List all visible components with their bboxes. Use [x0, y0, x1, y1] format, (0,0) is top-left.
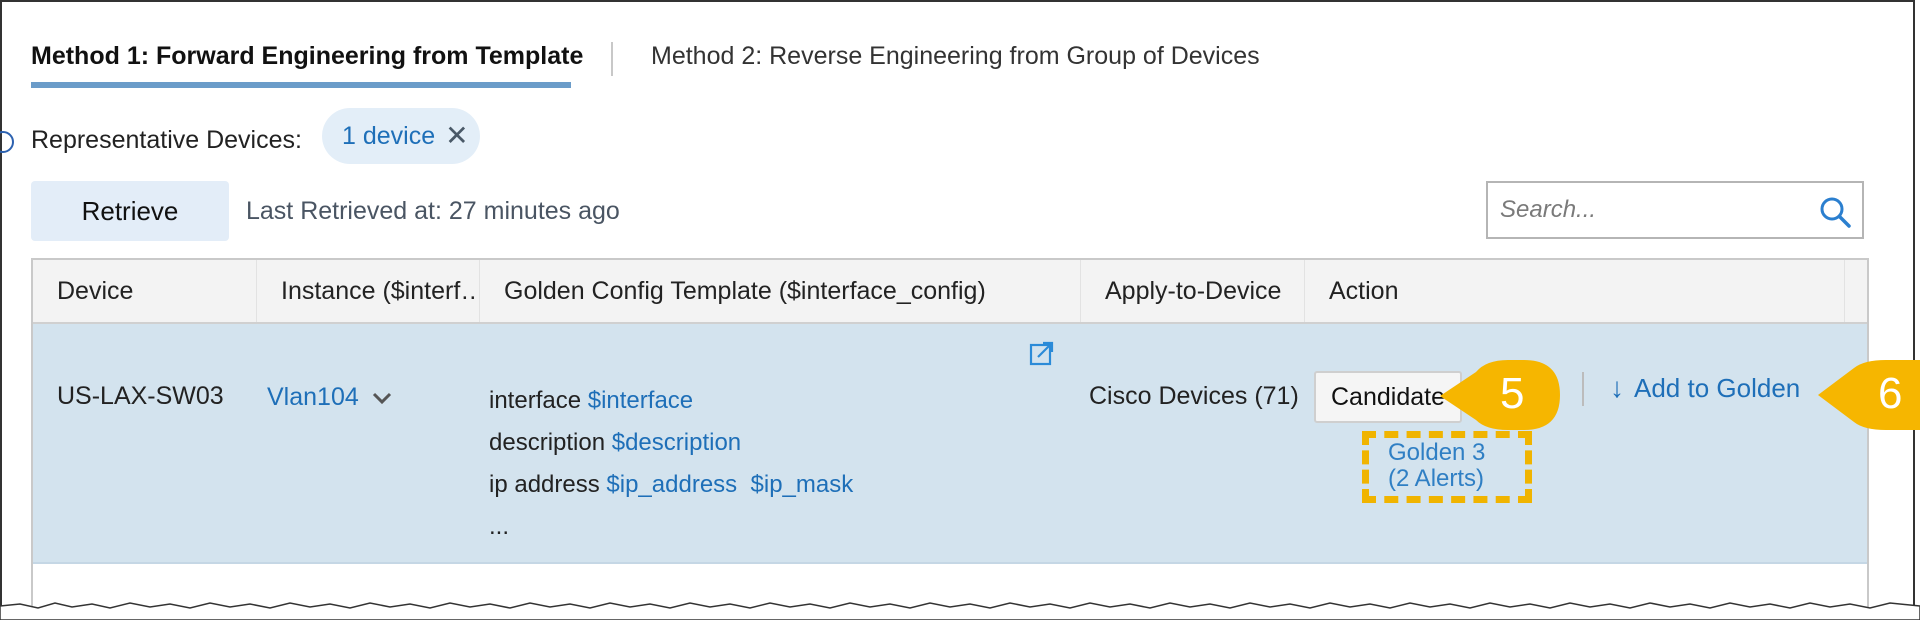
action-separator — [1582, 372, 1584, 406]
callout-5: 5 — [1438, 358, 1562, 432]
tab-separator — [611, 42, 613, 76]
callout-5-number: 5 — [1500, 369, 1525, 418]
instance-value: Vlan104 — [267, 383, 359, 411]
template-line: ... — [489, 513, 510, 540]
last-retrieved-status: Last Retrieved at: 27 minutes ago — [246, 197, 620, 225]
tab-reverse-engineering[interactable]: Method 2: Reverse Engineering from Group… — [651, 38, 1260, 74]
config-table: Device Instance ($interf… Golden Config … — [31, 258, 1869, 620]
column-header-apply-to[interactable]: Apply-to-Device — [1081, 260, 1305, 322]
apply-to-device-cell: Cisco Devices (71) — [1089, 382, 1299, 410]
representative-devices-label: Representative Devices: — [31, 126, 302, 154]
alerts-count-label: (2 Alerts) — [1388, 465, 1485, 492]
template-code: interface $interface description $descri… — [489, 380, 853, 548]
template-line: interface $interface — [489, 387, 694, 414]
search-input[interactable] — [1500, 196, 1800, 224]
callout-6-number: 6 — [1878, 369, 1903, 418]
device-chip[interactable]: 1 device ✕ — [322, 108, 480, 164]
retrieve-button[interactable]: Retrieve — [31, 181, 229, 241]
arrow-down-icon: ↓ — [1610, 372, 1624, 403]
search-icon[interactable] — [1818, 195, 1852, 229]
column-header-action[interactable]: Action — [1305, 260, 1845, 322]
chevron-down-icon — [372, 392, 391, 404]
template-line: description $description — [489, 429, 742, 456]
method-tabs: Method 1: Forward Engineering from Templ… — [31, 38, 1260, 88]
add-to-golden-link[interactable]: ↓ Add to Golden — [1610, 370, 1800, 406]
golden-version-label: Golden 3 — [1388, 439, 1486, 466]
column-header-device[interactable]: Device — [33, 260, 257, 322]
instance-dropdown[interactable]: Vlan104 — [267, 383, 393, 412]
close-icon[interactable]: ✕ — [445, 122, 468, 150]
table-header: Device Instance ($interf… Golden Config … — [33, 260, 1867, 324]
table-row[interactable] — [33, 324, 1867, 564]
callout-6-shape — [1818, 360, 1920, 430]
column-header-template[interactable]: Golden Config Template ($interface_confi… — [480, 260, 1081, 322]
tab-forward-engineering[interactable]: Method 1: Forward Engineering from Templ… — [31, 38, 583, 88]
add-to-golden-label: Add to Golden — [1634, 373, 1801, 403]
open-external-icon[interactable] — [1029, 340, 1055, 366]
device-chip-label: 1 device — [342, 121, 436, 150]
callout-6: 6 — [1816, 358, 1920, 432]
device-cell: US-LAX-SW03 — [57, 382, 224, 410]
search-box — [1486, 181, 1864, 239]
golden-alerts-link[interactable]: Golden 3 (2 Alerts) — [1388, 440, 1485, 492]
column-header-instance[interactable]: Instance ($interf… — [257, 260, 480, 322]
torn-edge — [0, 602, 1920, 620]
template-line: ip address $ip_address $ip_mask — [489, 471, 854, 498]
